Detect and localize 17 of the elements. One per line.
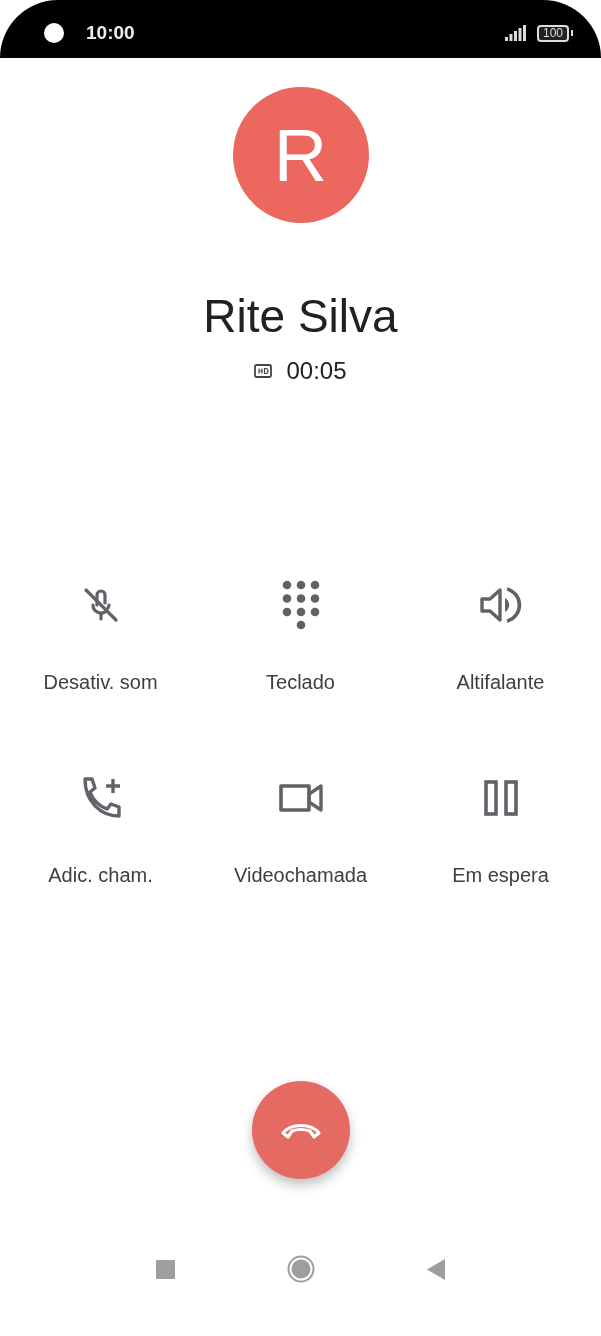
call-action-button[interactable]: Videochamada xyxy=(200,772,401,887)
contact-name: Rite Silva xyxy=(203,289,398,343)
recents-icon[interactable] xyxy=(156,1259,175,1279)
battery-level: 100 xyxy=(536,24,569,42)
contact-avatar: R xyxy=(232,87,369,223)
call-duration: 00:05 xyxy=(286,357,347,385)
call-action-button[interactable]: Adic. cham. xyxy=(0,772,201,887)
call-action-button[interactable]: Em espera xyxy=(400,772,601,887)
call-action-button[interactable]: Altifalante xyxy=(400,579,601,694)
end-call-button[interactable] xyxy=(251,1081,350,1179)
call-action-button[interactable]: Desativ. som xyxy=(0,579,201,694)
call-action-button[interactable]: Teclado xyxy=(200,579,401,694)
status-time: 10:00 xyxy=(86,22,135,44)
back-icon[interactable] xyxy=(427,1258,445,1280)
signal-icon xyxy=(504,25,527,41)
home-icon[interactable] xyxy=(287,1255,315,1283)
camera-dot-icon xyxy=(44,23,64,43)
